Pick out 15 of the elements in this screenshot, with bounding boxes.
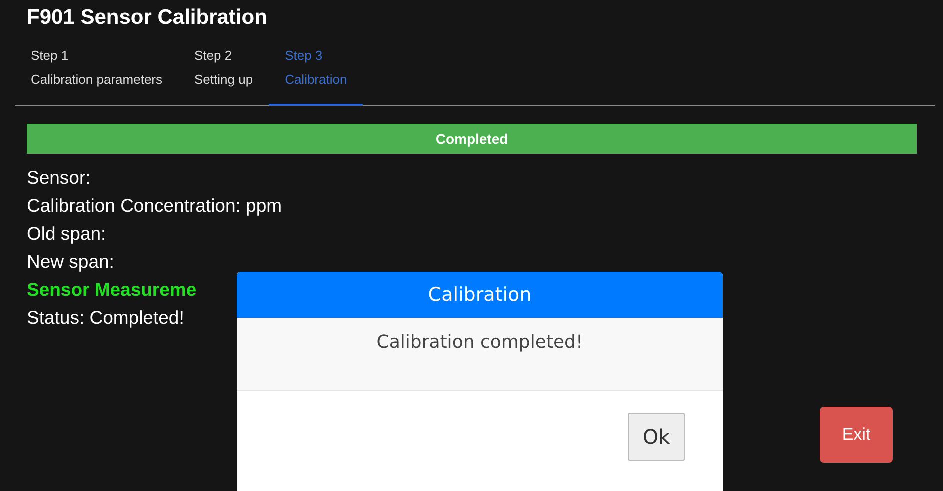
exit-button[interactable]: Exit (820, 407, 893, 463)
dialog-title: Calibration (237, 272, 723, 318)
info-line: Calibration Concentration: ppm (27, 194, 282, 218)
ok-button[interactable]: Ok (628, 413, 685, 461)
info-line: New span: (27, 250, 114, 274)
step-tab[interactable]: Step 2 Setting up (178, 32, 270, 106)
info-line: Old span: (27, 222, 106, 246)
step-tab[interactable]: Step 1 Calibration parameters (15, 32, 179, 106)
info-line: Sensor: (27, 166, 91, 190)
window-title: F901 Sensor Calibration (26, 5, 268, 31)
progress-label: Completed (434, 130, 510, 149)
step-tab[interactable]: Step 3 Calibration (269, 32, 364, 106)
info-line: Status: Completed! (27, 306, 184, 330)
dialog-message: Calibration completed! (237, 318, 723, 391)
measurement-label: Sensor Measureme (27, 278, 197, 302)
